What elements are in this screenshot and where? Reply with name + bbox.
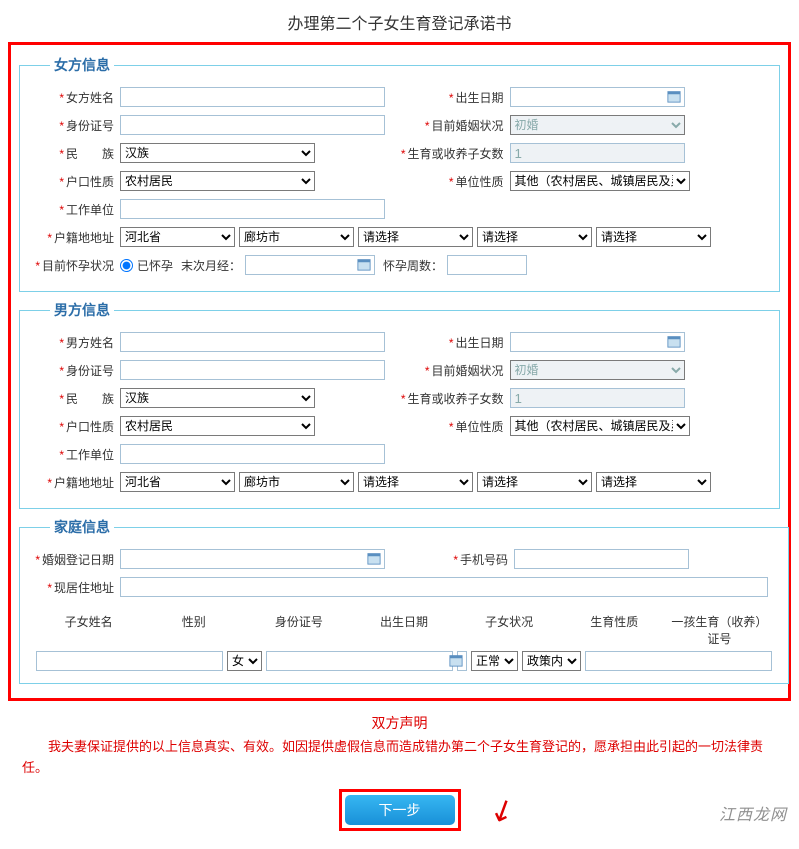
- female-addr-city-select[interactable]: 廊坊市: [239, 227, 354, 247]
- male-name-input[interactable]: [120, 332, 385, 352]
- male-marital-select[interactable]: 初婚: [510, 360, 685, 380]
- female-marital-select[interactable]: 初婚: [510, 115, 685, 135]
- child-gender-header: 性别: [141, 613, 246, 647]
- female-marital-label: *目前婚姻状况: [400, 117, 510, 134]
- female-children-count-input[interactable]: [510, 143, 685, 163]
- male-addr-village-select[interactable]: 请选择: [596, 472, 711, 492]
- child-cert-header: 一孩生育（收养）证号: [667, 613, 772, 647]
- male-id-label: *身份证号: [30, 362, 120, 379]
- male-ethnic-select[interactable]: 汉族: [120, 388, 315, 408]
- male-work-unit-input[interactable]: [120, 444, 385, 464]
- child-nature-header: 生育性质: [562, 613, 667, 647]
- preg-weeks-label: 怀孕周数：: [383, 257, 443, 274]
- male-birth-input[interactable]: [510, 332, 685, 352]
- female-work-unit-input[interactable]: [120, 199, 385, 219]
- male-name-label: *男方姓名: [30, 334, 120, 351]
- male-id-input[interactable]: [120, 360, 385, 380]
- last-period-label: 末次月经：: [181, 257, 241, 274]
- female-ethnic-label: *民 族: [30, 145, 120, 162]
- pregnant-option-label: 已怀孕: [137, 257, 173, 274]
- male-hukou-addr-label: *户籍地地址: [30, 474, 120, 491]
- male-addr-town-select[interactable]: 请选择: [477, 472, 592, 492]
- child-id-header: 身份证号: [246, 613, 351, 647]
- female-name-label: *女方姓名: [30, 89, 120, 106]
- child-row: 女 正常 政策内: [30, 651, 778, 671]
- declaration-text: 我夫妻保证提供的以上信息真实、有效。如因提供虚假信息而造成错办第二个子女生育登记…: [22, 737, 777, 779]
- male-birth-label: *出生日期: [400, 334, 510, 351]
- family-section: 家庭信息 *婚姻登记日期 *手机号码 *现居住地址 子女姓名 性别 身份证号 出…: [19, 517, 789, 684]
- female-hukou-type-select[interactable]: 农村居民: [120, 171, 315, 191]
- male-ethnic-label: *民 族: [30, 390, 120, 407]
- child-status-header: 子女状况: [457, 613, 562, 647]
- female-legend: 女方信息: [50, 55, 114, 75]
- male-children-count-label: *生育或收养子女数: [400, 390, 510, 407]
- female-hukou-addr-label: *户籍地地址: [30, 229, 120, 246]
- female-preg-status-label: *目前怀孕状况: [30, 257, 120, 274]
- child-gender-select[interactable]: 女: [227, 651, 262, 671]
- female-addr-town-select[interactable]: 请选择: [477, 227, 592, 247]
- pregnant-radio[interactable]: [120, 259, 133, 272]
- preg-weeks-input[interactable]: [447, 255, 527, 275]
- male-legend: 男方信息: [50, 300, 114, 320]
- female-addr-village-select[interactable]: 请选择: [596, 227, 711, 247]
- page-title: 办理第二个子女生育登记承诺书: [0, 0, 799, 42]
- male-section: 男方信息 *男方姓名 *出生日期 *身份证号 *目前婚姻状况 初婚: [19, 300, 780, 509]
- child-name-header: 子女姓名: [36, 613, 141, 647]
- family-legend: 家庭信息: [50, 517, 114, 537]
- child-table-header: 子女姓名 性别 身份证号 出生日期 子女状况 生育性质 一孩生育（收养）证号: [36, 613, 772, 647]
- female-hukou-type-label: *户口性质: [30, 173, 120, 190]
- male-children-count-input[interactable]: [510, 388, 685, 408]
- marriage-reg-input[interactable]: [120, 549, 385, 569]
- phone-label: *手机号码: [404, 551, 514, 568]
- female-work-unit-label: *工作单位: [30, 201, 120, 218]
- marriage-reg-label: *婚姻登记日期: [30, 551, 120, 568]
- male-addr-city-select[interactable]: 廊坊市: [239, 472, 354, 492]
- watermark: 江西龙网: [719, 801, 787, 825]
- female-birth-label: *出生日期: [400, 89, 510, 106]
- child-name-input[interactable]: [36, 651, 223, 671]
- child-status-select[interactable]: 正常: [471, 651, 518, 671]
- male-hukou-type-select[interactable]: 农村居民: [120, 416, 315, 436]
- female-unit-type-select[interactable]: 其他（农村居民、城镇居民及灵: [510, 171, 690, 191]
- phone-input[interactable]: [514, 549, 689, 569]
- child-id-input[interactable]: [266, 651, 453, 671]
- male-addr-district-select[interactable]: 请选择: [358, 472, 473, 492]
- female-id-input[interactable]: [120, 115, 385, 135]
- residence-label: *现居住地址: [30, 579, 120, 596]
- male-marital-label: *目前婚姻状况: [400, 362, 510, 379]
- male-addr-province-select[interactable]: 河北省: [120, 472, 235, 492]
- female-birth-input[interactable]: [510, 87, 685, 107]
- child-birth-header: 出生日期: [351, 613, 456, 647]
- female-addr-district-select[interactable]: 请选择: [358, 227, 473, 247]
- female-section: 女方信息 *女方姓名 *出生日期 *身份证号 *目前婚姻状况 初婚: [19, 55, 780, 292]
- female-name-input[interactable]: [120, 87, 385, 107]
- male-unit-type-label: *单位性质: [400, 418, 510, 435]
- male-unit-type-select[interactable]: 其他（农村居民、城镇居民及灵: [510, 416, 690, 436]
- next-button-highlight: 下一步: [339, 789, 461, 831]
- arrow-icon: ↙: [483, 789, 521, 831]
- male-work-unit-label: *工作单位: [30, 446, 120, 463]
- female-addr-province-select[interactable]: 河北省: [120, 227, 235, 247]
- child-birth-input[interactable]: [457, 651, 467, 671]
- child-cert-input[interactable]: [585, 651, 772, 671]
- last-period-input[interactable]: [245, 255, 375, 275]
- female-children-count-label: *生育或收养子女数: [400, 145, 510, 162]
- residence-input[interactable]: [120, 577, 768, 597]
- female-id-label: *身份证号: [30, 117, 120, 134]
- child-nature-select[interactable]: 政策内: [522, 651, 581, 671]
- next-button[interactable]: 下一步: [345, 795, 455, 825]
- female-unit-type-label: *单位性质: [400, 173, 510, 190]
- declaration-title: 双方声明: [10, 713, 789, 733]
- main-form-highlight: 女方信息 *女方姓名 *出生日期 *身份证号 *目前婚姻状况 初婚: [8, 42, 791, 701]
- female-ethnic-select[interactable]: 汉族: [120, 143, 315, 163]
- male-hukou-type-label: *户口性质: [30, 418, 120, 435]
